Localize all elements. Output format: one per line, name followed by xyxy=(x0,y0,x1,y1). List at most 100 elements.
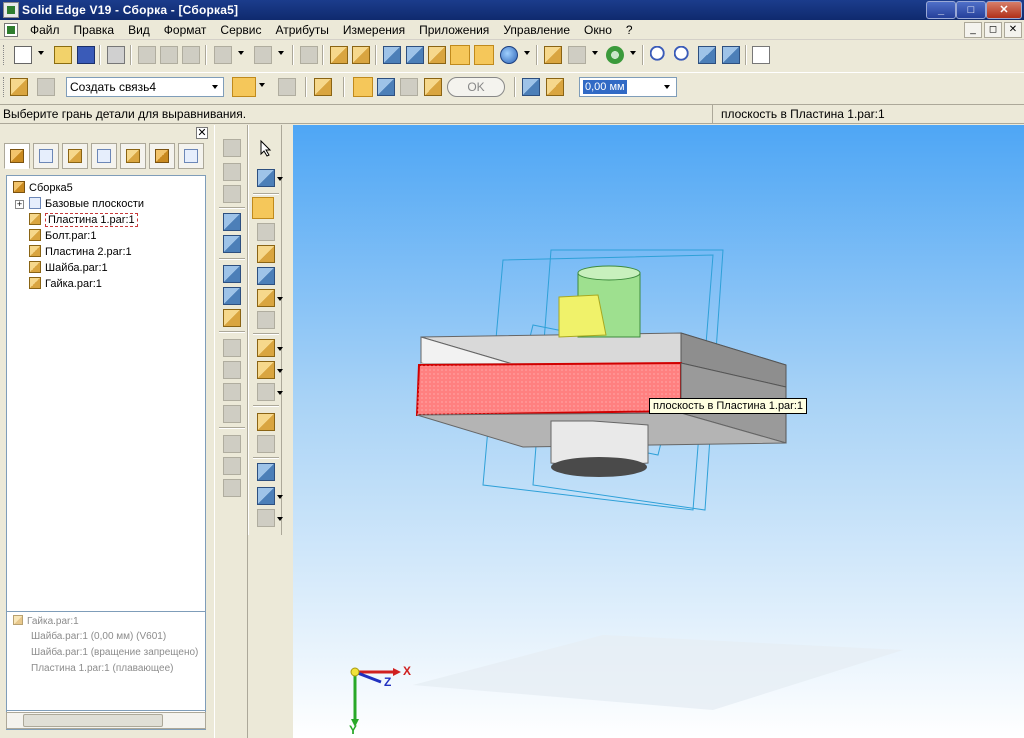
layout-icon[interactable] xyxy=(257,435,275,453)
select-arrow-icon[interactable] xyxy=(257,139,275,157)
replace-dropdown[interactable] xyxy=(277,297,283,301)
menu-help[interactable]: ? xyxy=(619,23,640,37)
document-icon[interactable] xyxy=(4,23,18,37)
offset-type-icon[interactable] xyxy=(546,78,564,96)
part-select-icon[interactable] xyxy=(37,78,55,96)
tree-item-selected[interactable]: Пластина 1.par:1 xyxy=(29,212,138,228)
zoom-icon[interactable] xyxy=(674,46,692,64)
tree-item[interactable]: Болт.par:1 xyxy=(29,228,96,244)
plane-dropdown[interactable] xyxy=(277,495,283,499)
flash-fit-icon[interactable] xyxy=(257,223,275,241)
redo-icon[interactable] xyxy=(254,46,272,64)
tree-item[interactable]: Базовые плоскости xyxy=(29,196,144,212)
extrude-icon[interactable] xyxy=(223,139,241,157)
split-icon[interactable] xyxy=(223,435,241,453)
insert-dropdown[interactable] xyxy=(277,369,283,373)
tab-parts-library[interactable] xyxy=(33,143,59,169)
new-file-dropdown[interactable] xyxy=(38,51,44,55)
explode-icon[interactable] xyxy=(257,413,275,431)
undo-icon[interactable] xyxy=(214,46,232,64)
insert-component-icon[interactable] xyxy=(257,361,275,379)
sensor-icon[interactable] xyxy=(257,509,275,527)
help-icon[interactable] xyxy=(752,46,770,64)
minimize-button[interactable]: _ xyxy=(926,1,956,19)
tab-properties[interactable] xyxy=(149,143,175,169)
expand-icon[interactable]: + xyxy=(15,200,24,209)
maximize-button[interactable]: □ xyxy=(956,1,986,19)
toolbar-grip[interactable] xyxy=(3,77,6,97)
close-button[interactable]: ✕ xyxy=(986,1,1022,19)
tree-item[interactable]: Гайка.par:1 xyxy=(29,276,102,292)
tab-groups[interactable] xyxy=(62,143,88,169)
rotate-dropdown[interactable] xyxy=(630,51,636,55)
fit-icon[interactable] xyxy=(698,46,716,64)
tree-item[interactable]: Пластина 2.par:1 xyxy=(29,244,132,260)
select-tools-icon[interactable] xyxy=(544,46,562,64)
horizontal-scrollbar[interactable] xyxy=(6,712,206,729)
fastener-icon[interactable] xyxy=(257,267,275,285)
step-target-face-icon[interactable] xyxy=(424,78,442,96)
edit-part-icon[interactable] xyxy=(330,46,348,64)
pan-icon[interactable] xyxy=(722,46,740,64)
assemble-icon[interactable] xyxy=(252,197,274,219)
mdi-close-button[interactable]: ✕ xyxy=(1004,22,1022,38)
chamfer-icon[interactable] xyxy=(223,339,241,357)
relationship-item[interactable]: Шайба.par:1 (0,00 мм) (V601) xyxy=(31,630,205,644)
round-icon[interactable] xyxy=(223,361,241,379)
mdi-restore-button[interactable]: ◻ xyxy=(984,22,1002,38)
menu-applications[interactable]: Приложения xyxy=(412,23,496,37)
relationship-list-icon[interactable] xyxy=(278,78,296,96)
print-icon[interactable] xyxy=(107,46,125,64)
rotate-face-icon[interactable] xyxy=(223,479,241,497)
chevron-down-icon[interactable] xyxy=(207,78,223,96)
app-icon[interactable] xyxy=(3,2,19,18)
scrollbar-thumb[interactable] xyxy=(23,714,163,727)
menu-view[interactable]: Вид xyxy=(121,23,157,37)
sketch-icon[interactable] xyxy=(257,169,275,187)
render-globe-icon[interactable] xyxy=(500,46,518,64)
relationship-owner[interactable]: Гайка.par:1 xyxy=(13,615,79,629)
face-icon[interactable] xyxy=(223,309,241,327)
menu-format[interactable]: Формат xyxy=(157,23,214,37)
menu-manage[interactable]: Управление xyxy=(496,23,577,37)
relation-select[interactable]: Создать связь4 xyxy=(66,77,224,97)
flip-icon[interactable] xyxy=(522,78,540,96)
move-parts-icon[interactable] xyxy=(257,311,275,329)
toolbar-grip[interactable] xyxy=(3,45,6,65)
ok-button[interactable]: OK xyxy=(447,77,505,97)
draft-icon[interactable] xyxy=(223,383,241,401)
pattern-icon[interactable] xyxy=(223,265,241,283)
view-iso-icon[interactable] xyxy=(383,46,401,64)
replace-part-icon[interactable] xyxy=(257,289,275,307)
offset-value-field[interactable]: 0,00 мм xyxy=(579,77,677,97)
align-type-dropdown[interactable] xyxy=(259,83,265,87)
insert-object-icon[interactable] xyxy=(300,46,318,64)
hole-icon[interactable] xyxy=(223,213,241,231)
redo-dropdown[interactable] xyxy=(278,51,284,55)
part-properties-icon[interactable] xyxy=(352,46,370,64)
tab-pathfinder[interactable] xyxy=(4,143,30,169)
visible-edges-icon[interactable] xyxy=(474,45,494,65)
open-folder-icon[interactable] xyxy=(54,46,72,64)
copy-icon[interactable] xyxy=(160,46,178,64)
relationship-options-icon[interactable] xyxy=(10,78,28,96)
mdi-minimize-button[interactable]: _ xyxy=(964,22,982,38)
menu-edit[interactable]: Правка xyxy=(67,23,122,37)
tab-layers[interactable] xyxy=(91,143,117,169)
pattern-dropdown[interactable] xyxy=(277,391,283,395)
coordinate-system-icon[interactable] xyxy=(257,463,275,481)
shaded-icon[interactable] xyxy=(428,46,446,64)
reference-plane-icon[interactable] xyxy=(257,487,275,505)
menu-file[interactable]: Файл xyxy=(26,23,67,37)
align-type-icon[interactable] xyxy=(232,77,256,97)
menu-tools[interactable]: Сервис xyxy=(213,23,268,37)
menu-measure[interactable]: Измерения xyxy=(336,23,412,37)
sweep-icon[interactable] xyxy=(223,185,241,203)
view-front-icon[interactable] xyxy=(406,46,424,64)
create-dropdown[interactable] xyxy=(277,347,283,351)
chevron-down-icon[interactable] xyxy=(660,78,674,96)
revolve-icon[interactable] xyxy=(223,163,241,181)
sketch-dropdown[interactable] xyxy=(277,177,283,181)
menu-attributes[interactable]: Атрибуты xyxy=(269,23,336,37)
step-target-part-icon[interactable] xyxy=(400,78,418,96)
